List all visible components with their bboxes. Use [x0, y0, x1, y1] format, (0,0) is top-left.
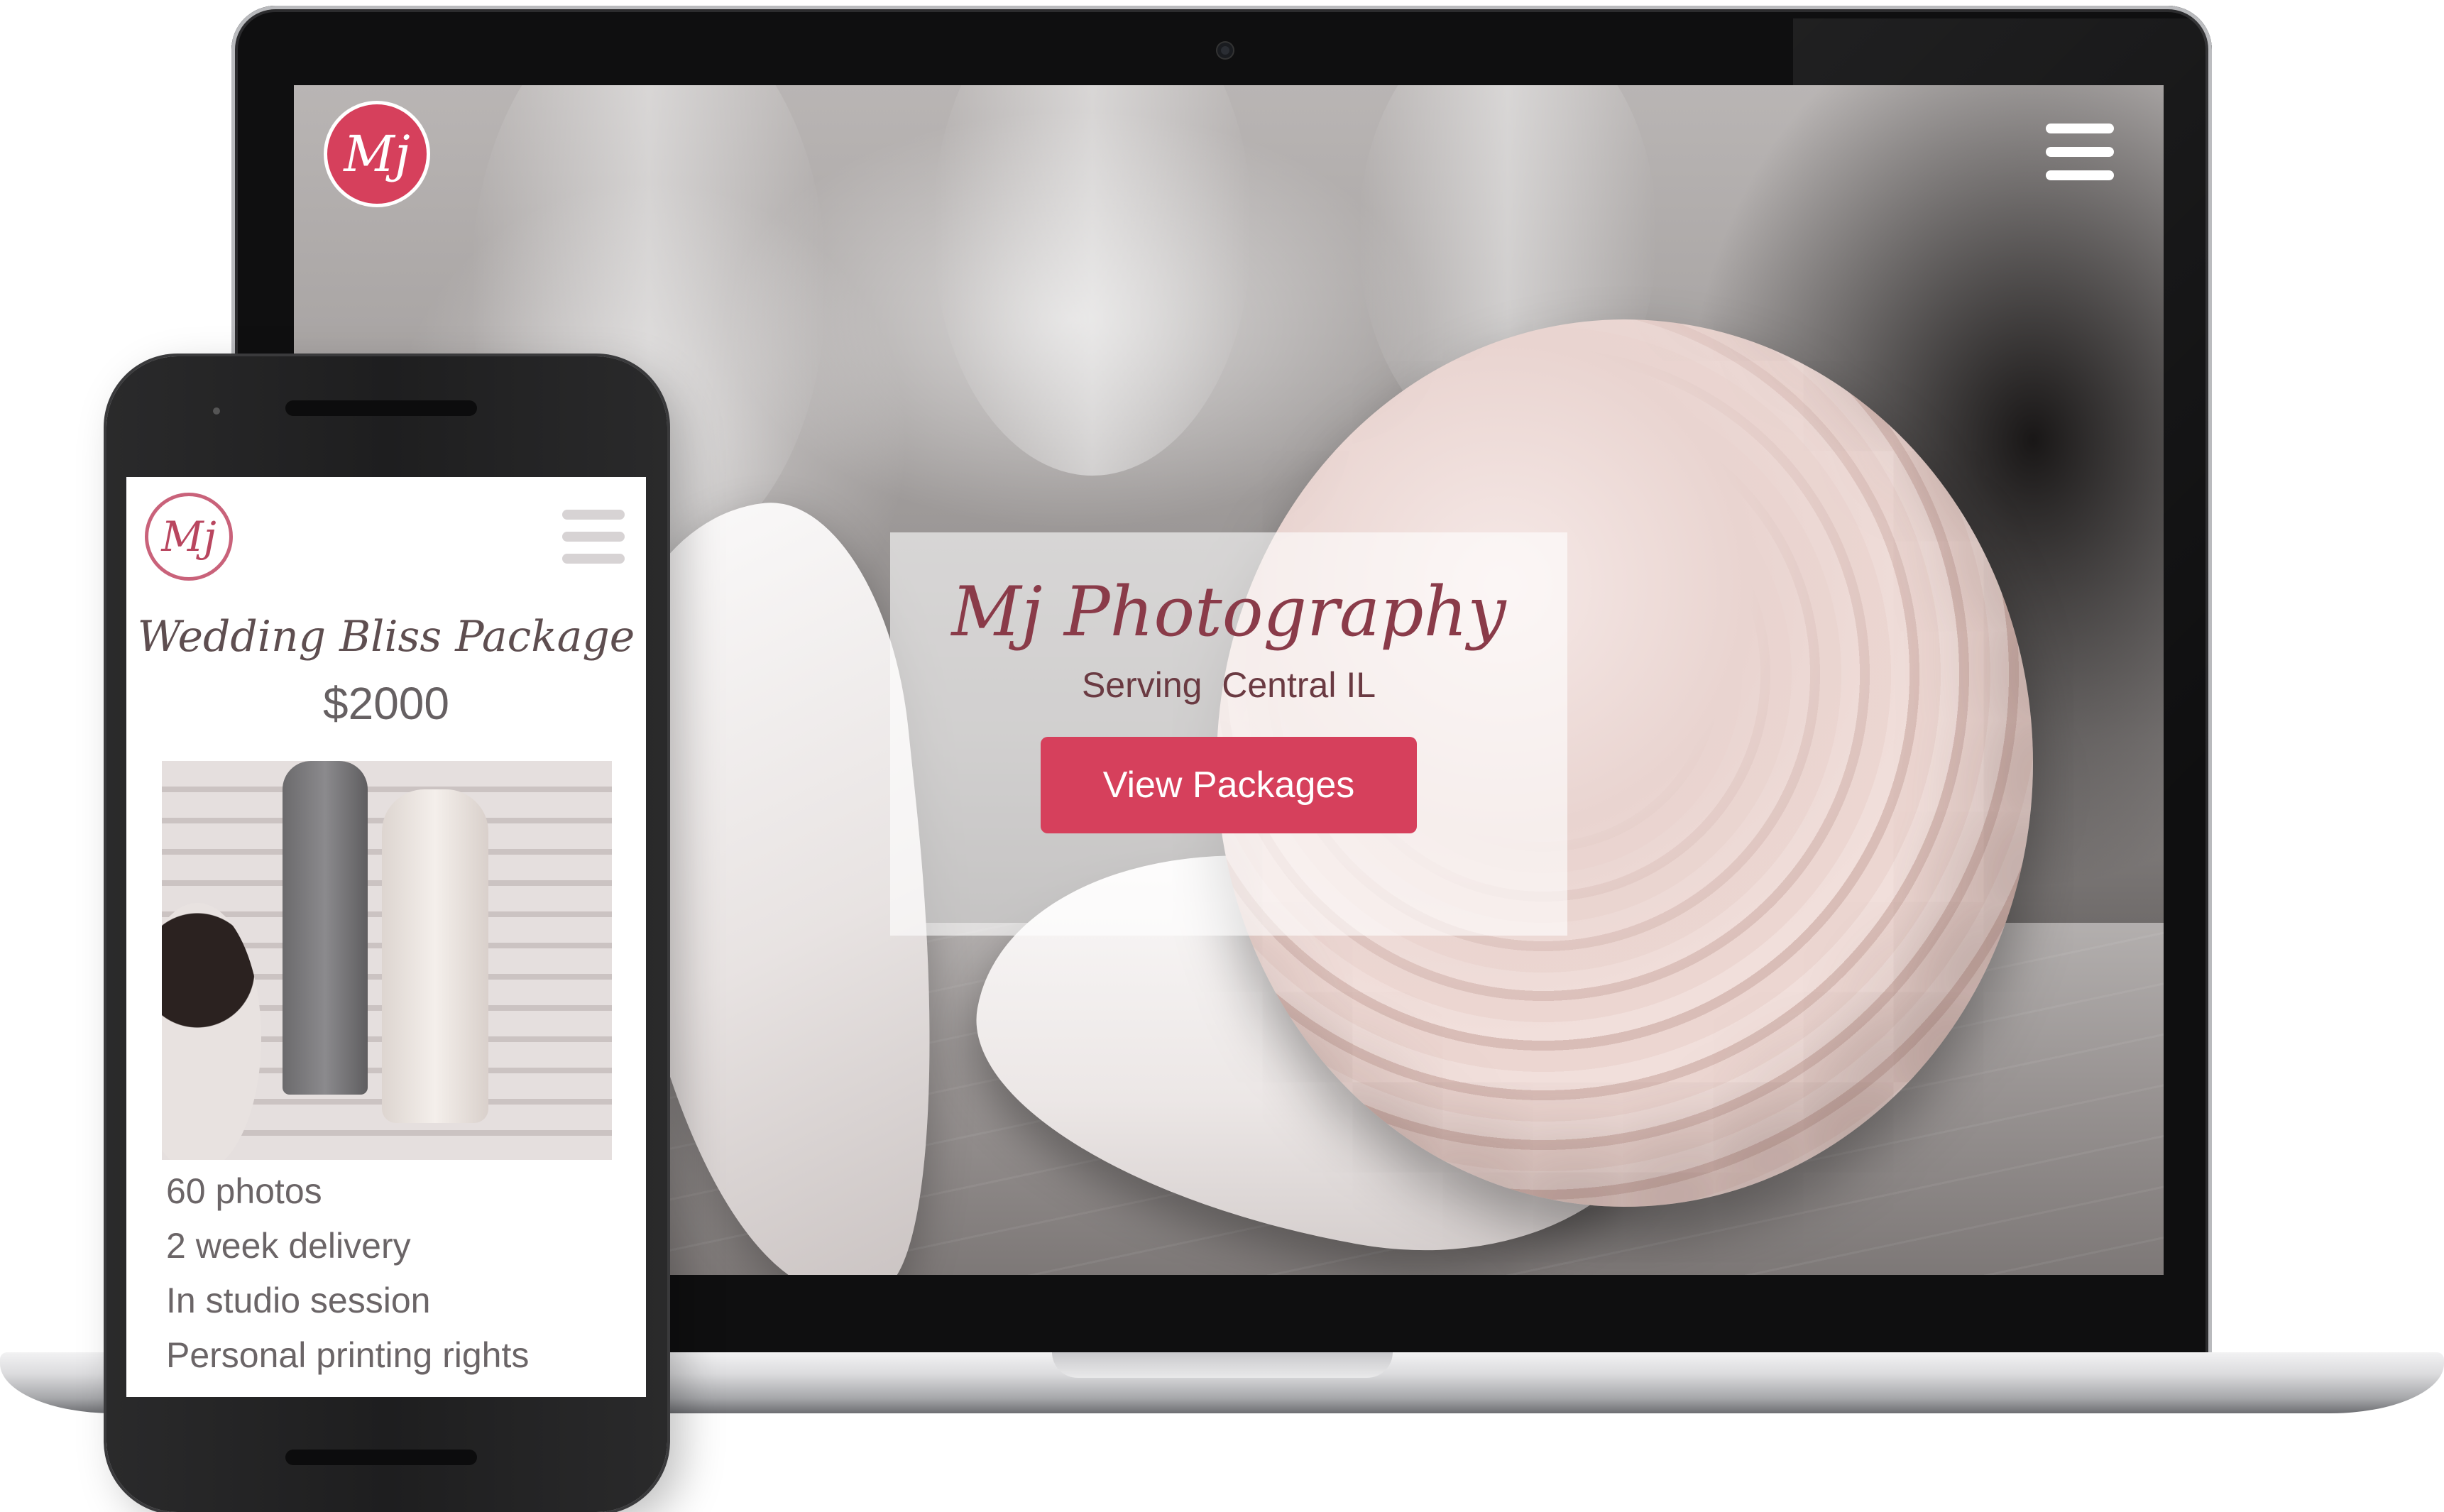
hamburger-menu-icon[interactable] [562, 510, 625, 564]
package-features: 60 photos 2 week delivery In studio sess… [166, 1164, 529, 1383]
menu-bar [562, 510, 625, 520]
feature-item: In studio session [166, 1281, 431, 1320]
menu-bar [562, 554, 625, 564]
menu-bar [2046, 147, 2114, 157]
hero-subtitle: Serving Central IL [1081, 664, 1376, 705]
feature-item: 60 photos [166, 1171, 322, 1211]
mobile-website: Mj Wedding Bliss Package $2000 60 photos… [126, 477, 646, 1397]
laptop-notch [1052, 1352, 1393, 1378]
menu-bar [562, 532, 625, 542]
phone-sensor [213, 407, 220, 415]
view-packages-button[interactable]: View Packages [1041, 736, 1417, 833]
site-logo[interactable]: Mj [324, 101, 430, 207]
logo-text: Mj [344, 125, 410, 183]
logo-text: Mj [161, 513, 217, 561]
laptop-camera [1217, 43, 1233, 58]
feature-item: Personal printing rights [166, 1335, 530, 1375]
phone-speaker [285, 1450, 477, 1465]
menu-bar [2046, 124, 2114, 133]
phone-speaker [285, 400, 477, 416]
mobile-site-logo[interactable]: Mj [145, 493, 233, 581]
menu-bar [2046, 170, 2114, 180]
feature-item: 2 week delivery [166, 1226, 411, 1266]
groom-figure [283, 761, 368, 1095]
hamburger-menu-icon[interactable] [2046, 124, 2114, 180]
package-title: Wedding Bliss Package [137, 612, 635, 662]
hero-card: Mj Photography Serving Central IL View P… [890, 532, 1567, 936]
package-photo [162, 761, 612, 1160]
bride-figure [382, 789, 488, 1123]
hero-title: Mj Photography [951, 572, 1506, 652]
phone-device: Mj Wedding Bliss Package $2000 60 photos… [106, 356, 667, 1512]
package-price: $2000 [323, 678, 449, 729]
